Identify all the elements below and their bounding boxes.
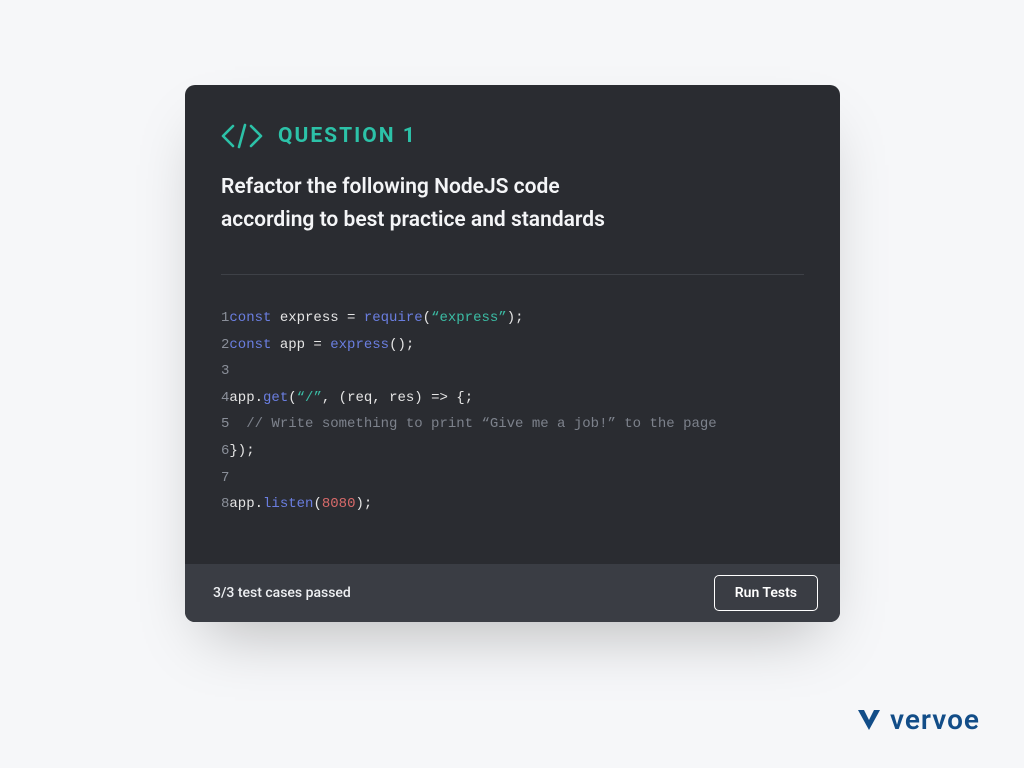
question-card: QUESTION 1 Refactor the following NodeJS…: [185, 85, 840, 622]
question-card-body: QUESTION 1 Refactor the following NodeJS…: [185, 85, 840, 564]
prompt-line-2: according to best practice and standards: [221, 208, 605, 232]
brand-mark-icon: [856, 707, 882, 733]
run-tests-button[interactable]: Run Tests: [714, 575, 818, 611]
question-title: QUESTION 1: [278, 124, 417, 148]
prompt-line-1: Refactor the following NodeJS code: [221, 175, 560, 199]
brand-name: vervoe: [890, 703, 980, 736]
card-footer: 3/3 test cases passed Run Tests: [185, 564, 840, 622]
question-header: QUESTION 1: [221, 123, 804, 149]
code-editor[interactable]: 1const express = require(“express”); 2co…: [221, 305, 804, 544]
code-icon: [221, 123, 263, 149]
question-prompt: Refactor the following NodeJS code accor…: [221, 171, 781, 236]
divider: [221, 274, 804, 275]
brand-logo: vervoe: [856, 703, 980, 736]
test-status: 3/3 test cases passed: [213, 585, 351, 601]
